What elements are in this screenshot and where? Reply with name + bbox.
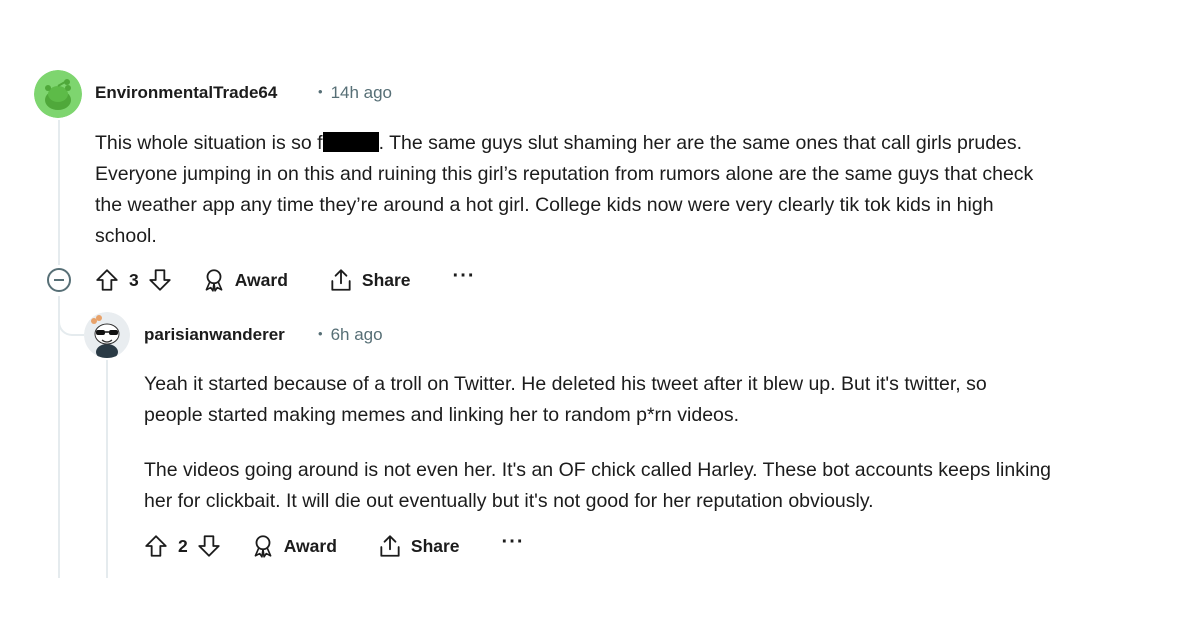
award-label: Award (283, 535, 337, 556)
award-button[interactable]: Award (201, 267, 288, 293)
comment-text-part: . The same guys slut shaming her are the… (378, 132, 1023, 154)
comment-username[interactable]: EnvironmentalTrade64 (95, 83, 277, 103)
downvote-button[interactable] (196, 533, 222, 559)
reply-paragraph-2-line-1: The videos going around is not even her.… (144, 459, 1052, 481)
thread-branch-curve (58, 296, 84, 336)
reply-paragraph-1-line-2: people started making memes and linking … (144, 404, 740, 426)
comment-line-1: This whole situation is so f . The same g… (95, 128, 1185, 159)
share-button[interactable]: Share (328, 267, 411, 293)
share-button[interactable]: Share (377, 533, 460, 559)
comment-timestamp: • 14h ago (318, 83, 392, 103)
upvote-icon (96, 269, 118, 291)
meta-separator: • (318, 326, 323, 341)
snoo-avatar-icon (34, 70, 82, 118)
share-label: Share (410, 535, 460, 556)
comment-action-bar: 3 Award Share ··· (94, 263, 476, 297)
reply-action-bar: 2 Award Share ··· (143, 529, 525, 563)
more-options-button[interactable]: ··· (453, 265, 476, 288)
upvote-button[interactable] (143, 533, 169, 559)
thread-line-reply (106, 360, 108, 578)
reply-paragraph-1-line-1: Yeah it started because of a troll on Tw… (144, 373, 987, 395)
more-options-button[interactable]: ··· (502, 531, 525, 554)
comment-line-4: school. (95, 225, 157, 247)
thread-line-main (58, 120, 60, 265)
comment-line-2: Everyone jumping in on this and ruining … (95, 163, 1034, 185)
comment-body: This whole situation is so f . The same g… (95, 128, 1185, 252)
award-label: Award (234, 269, 288, 290)
thread-line-main-lower (58, 296, 60, 578)
downvote-icon (198, 535, 220, 557)
award-button[interactable]: Award (250, 533, 337, 559)
reply-time: 6h ago (330, 325, 383, 344)
collapse-thread-button[interactable] (47, 268, 71, 292)
reply-username[interactable]: parisianwanderer (144, 325, 285, 345)
award-icon (205, 269, 223, 292)
vote-count: 2 (178, 535, 188, 556)
reply-timestamp: • 6h ago (318, 325, 383, 345)
avatar[interactable] (84, 312, 130, 358)
redaction-block (322, 132, 379, 152)
downvote-button[interactable] (147, 267, 173, 293)
avatar[interactable] (34, 70, 82, 118)
comment-line-3: the weather app any time they’re around … (95, 194, 994, 216)
share-label: Share (361, 269, 411, 290)
reply-body: Yeah it started because of a troll on Tw… (144, 369, 1194, 517)
upvote-button[interactable] (94, 267, 120, 293)
meta-separator: • (318, 84, 323, 99)
award-icon (254, 535, 272, 558)
snoo-sunglasses-avatar-icon (84, 312, 130, 358)
vote-count: 3 (129, 269, 139, 290)
comment-time: 14h ago (330, 83, 393, 102)
upvote-icon (145, 535, 167, 557)
comment-text-part: This whole situation is so f (95, 132, 323, 154)
reply-paragraph-2-line-2: her for clickbait. It will die out event… (144, 490, 874, 512)
downvote-icon (149, 269, 171, 291)
share-icon (380, 535, 400, 557)
share-icon (331, 269, 351, 291)
